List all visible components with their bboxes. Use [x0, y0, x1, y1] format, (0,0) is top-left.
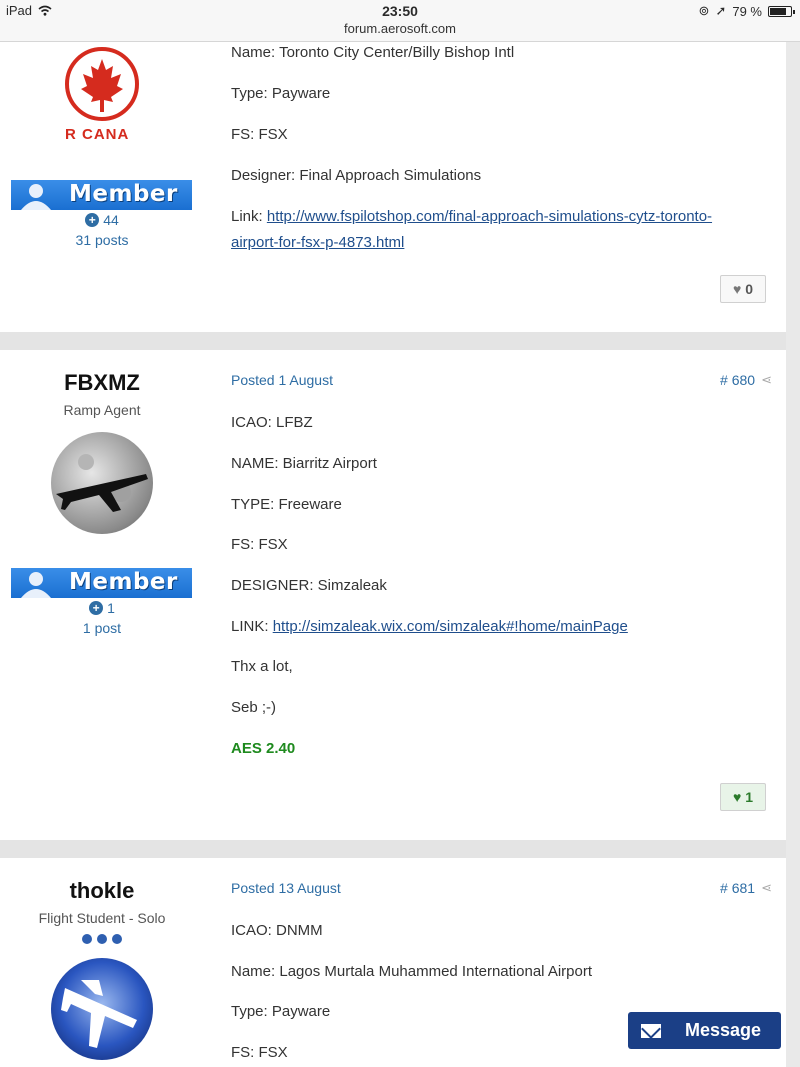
share-icon[interactable]: ⋖ — [761, 880, 772, 896]
member-badge: Member — [11, 180, 192, 210]
content-line: Thx a lot, — [231, 658, 293, 675]
content-line: Designer: Final Approach Simulations — [231, 167, 482, 184]
link-line: Link: http://www.fspilotshop.com/final-a… — [231, 208, 712, 225]
post-679: R CANA Member + 44 31 posts Name: Toront… — [0, 42, 786, 332]
url-bar[interactable]: forum.aerosoft.com — [0, 21, 800, 36]
post-number[interactable]: # 680 ⋖ — [720, 372, 772, 388]
author-name[interactable]: FBXMZ — [0, 370, 204, 396]
content-line: ICAO: DNMM — [231, 922, 323, 939]
reputation: + 44 — [0, 212, 204, 228]
badge-label: Member — [69, 569, 178, 595]
author-rank: Flight Student - Solo — [38, 910, 166, 926]
reaction-count: 1 — [745, 789, 754, 805]
member-person-icon — [21, 184, 51, 210]
author-avatar[interactable] — [51, 432, 153, 534]
reaction-button[interactable]: ♥ 0 — [720, 275, 766, 303]
orientation-lock-icon: ⊚ — [698, 3, 710, 18]
author-panel: thokle Flight Student - Solo — [0, 878, 204, 1060]
airplane-icon — [56, 454, 148, 512]
message-button-label: Message — [685, 1020, 762, 1040]
content-line: Type: Payware — [231, 1003, 331, 1020]
heart-icon: ♥ — [732, 789, 742, 805]
content-line: TYPE: Freeware — [231, 496, 342, 513]
battery-percent: 79 % — [732, 3, 762, 19]
logo-text: R CANA — [65, 126, 130, 143]
share-icon[interactable]: ⋖ — [761, 372, 772, 388]
badge-label: Member — [69, 181, 178, 207]
content-line: FS: FSX — [231, 126, 288, 143]
content-line: Seb ;-) — [231, 699, 277, 716]
posted-date[interactable]: Posted 1 August — [231, 372, 333, 388]
author-avatar[interactable] — [51, 958, 153, 1060]
author-rank: Ramp Agent — [63, 402, 141, 418]
member-person-icon — [21, 572, 51, 598]
heart-icon: ♥ — [732, 281, 742, 297]
page-scrollbar[interactable] — [786, 42, 800, 1067]
post-680: FBXMZ Ramp Agent Member + 1 1 post Poste… — [0, 350, 786, 840]
post-link[interactable]: http://www.fspilotshop.com/final-approac… — [267, 208, 712, 225]
reputation-count: 1 — [107, 600, 115, 616]
reputation-count: 44 — [103, 212, 119, 228]
reaction-count: 0 — [745, 281, 754, 297]
content-line: Name: Toronto City Center/Billy Bishop I… — [231, 44, 515, 61]
author-panel: R CANA Member + 44 31 posts — [0, 42, 204, 248]
author-name[interactable]: thokle — [0, 878, 204, 904]
status-bar: iPad 23:50 forum.aerosoft.com ⊚ ➚ 79 % — [0, 0, 800, 42]
content-line: Name: Lagos Murtala Muhammed Internation… — [231, 963, 593, 980]
content-line: ICAO: LFBZ — [231, 414, 313, 431]
link-line-2: airport-for-fsx-p-4873.html — [231, 234, 404, 251]
status-right: ⊚ ➚ 79 % — [698, 3, 795, 19]
plus-icon: + — [85, 213, 100, 227]
location-arrow-icon: ➚ — [715, 3, 727, 18]
link-label: Link: — [231, 208, 267, 225]
content-line: DESIGNER: Simzaleak — [231, 577, 387, 594]
link-line: LINK: http://simzaleak.wix.com/simzaleak… — [231, 618, 628, 635]
content-line: FS: FSX — [231, 1044, 288, 1061]
member-badge: Member — [11, 568, 192, 598]
post-number-label: # 681 — [720, 880, 756, 896]
content-line: NAME: Biarritz Airport — [231, 455, 377, 472]
signature: AES 2.40 — [231, 740, 296, 757]
envelope-icon — [641, 1023, 661, 1038]
post-number-label: # 680 — [720, 372, 756, 388]
reaction-button[interactable]: ♥ 1 — [720, 783, 766, 811]
posted-date[interactable]: Posted 13 August — [231, 880, 341, 896]
content-line: Type: Payware — [231, 85, 331, 102]
rank-dots — [0, 934, 204, 944]
clock: 23:50 — [382, 3, 418, 19]
post-link-cont[interactable]: airport-for-fsx-p-4873.html — [231, 234, 404, 251]
post-link[interactable]: http://simzaleak.wix.com/simzaleak#!home… — [273, 618, 628, 635]
post-count[interactable]: 31 posts — [0, 232, 204, 248]
airplane-icon — [61, 980, 137, 1048]
content-line: FS: FSX — [231, 536, 288, 553]
author-avatar[interactable]: R CANA — [51, 42, 153, 144]
battery-icon — [768, 5, 795, 17]
post-number[interactable]: # 681 ⋖ — [720, 880, 772, 896]
plus-icon: + — [89, 601, 104, 615]
link-label: LINK: — [231, 618, 273, 635]
post-count[interactable]: 1 post — [0, 620, 204, 636]
reputation: + 1 — [0, 600, 204, 616]
author-panel: FBXMZ Ramp Agent Member + 1 1 post — [0, 370, 204, 636]
message-button[interactable]: Message — [628, 1012, 781, 1049]
